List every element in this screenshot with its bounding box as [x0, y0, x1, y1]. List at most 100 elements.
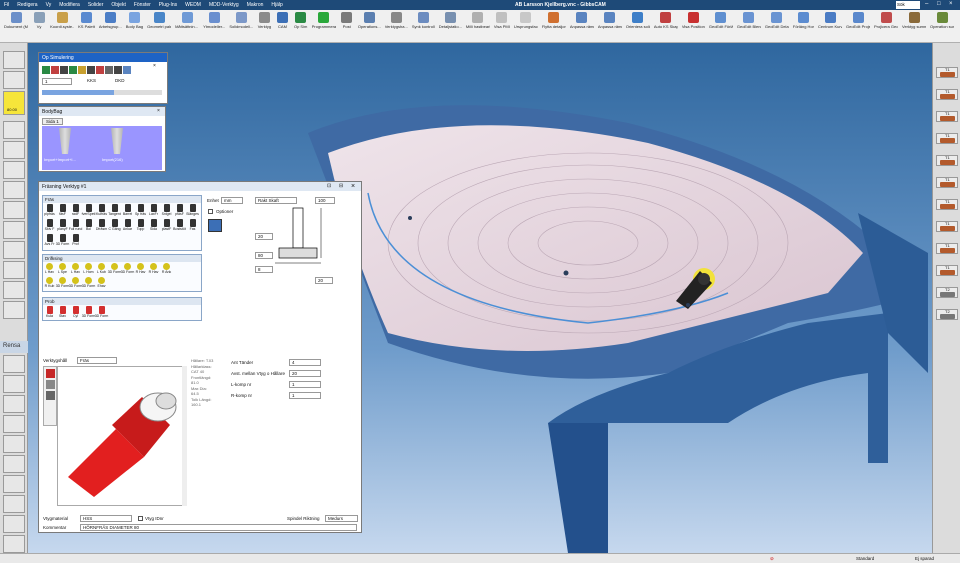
menu-item[interactable]: Hjälp	[271, 2, 282, 8]
dim-shank-dia[interactable]: 20	[255, 233, 273, 240]
tool-button[interactable]	[3, 181, 25, 199]
tool-type-button[interactable]: Bol	[83, 219, 94, 231]
tool-type-button[interactable]: Ankar	[122, 219, 133, 231]
material-select[interactable]: HSS	[80, 515, 132, 522]
panel-close-icon[interactable]: ×	[153, 63, 156, 69]
tool-button[interactable]	[3, 121, 25, 139]
sim-control-icon[interactable]	[78, 66, 86, 74]
ribbon-button[interactable]: Detaljstatio...	[439, 12, 462, 42]
menu-item[interactable]: Objekt	[111, 2, 125, 8]
tool-type-button[interactable]: Avs Fr	[44, 234, 55, 246]
ribbon-button[interactable]: Milli hastbearbet	[466, 12, 490, 42]
tool-button[interactable]	[3, 201, 25, 219]
ribbon-button[interactable]: Anpassa rämme	[570, 12, 594, 42]
ribbon-button[interactable]: Visa Position	[682, 12, 705, 42]
kks-label[interactable]: KKS	[87, 78, 96, 83]
ribbon-button[interactable]: Verktygsha...	[385, 12, 408, 42]
sim-control-icon[interactable]	[69, 66, 77, 74]
tool-type-button[interactable]: Sida	[148, 219, 159, 231]
sim-counter[interactable]: 1	[42, 78, 72, 85]
ribbon-button[interactable]: Koordi.syste...	[50, 12, 74, 42]
tool-type-button[interactable]: C Gäng	[108, 219, 121, 231]
tool-list-item[interactable]: T1	[936, 89, 958, 100]
tool-type-button[interactable]: planyF	[57, 219, 68, 231]
tool-type-button[interactable]: Slänges	[186, 204, 199, 216]
menu-item[interactable]: Fönster	[134, 2, 151, 8]
close-icon[interactable]: ×	[949, 1, 953, 7]
ribbon-button[interactable]: Visa PMI	[494, 12, 510, 42]
search-input[interactable]: Sök	[896, 1, 920, 9]
tool-button[interactable]	[3, 415, 25, 433]
tool-type-button[interactable]: 3D Form	[69, 277, 82, 288]
tool-button[interactable]	[3, 261, 25, 279]
body-thumbnail[interactable]	[59, 128, 71, 154]
sim-control-icon[interactable]	[96, 66, 104, 74]
ribbon-button[interactable]: Projicera Geometri	[874, 12, 898, 42]
tool-type-button[interactable]: R Hav	[135, 263, 146, 274]
ribbon-button[interactable]: KS Palett	[78, 12, 95, 42]
tool-button[interactable]	[3, 535, 25, 553]
dim-tool-dia[interactable]: 80	[255, 252, 273, 259]
holder-icon[interactable]	[46, 380, 55, 389]
tool-type-button[interactable]: radF	[70, 204, 81, 216]
sim-control-icon[interactable]	[60, 66, 68, 74]
ribbon-button[interactable]: Arbetsgrup...	[99, 12, 122, 42]
tool-list-item[interactable]: T1	[936, 177, 958, 188]
tool-type-button[interactable]: plastF	[161, 219, 172, 231]
ribbon-button[interactable]: Synk kontroll	[412, 12, 435, 42]
tool-list-item[interactable]: T1	[936, 221, 958, 232]
tool-type-button[interactable]: 3D Form	[95, 306, 108, 318]
minimize-icon[interactable]: –	[925, 1, 928, 7]
tool-type-button[interactable]: Stav	[57, 306, 68, 318]
tool-type-button[interactable]: fäsF	[57, 204, 68, 216]
tool-type-button[interactable]: 3D Form	[56, 234, 69, 246]
ribbon-button[interactable]: Måttsättnin... Palett	[175, 12, 199, 42]
field-input[interactable]: 20	[289, 370, 321, 377]
field-input[interactable]: 4	[289, 359, 321, 366]
ribbon-button[interactable]: Auto KS Skapa	[654, 12, 678, 42]
dock-icon[interactable]: ⊟	[339, 183, 343, 189]
tool-type-button[interactable]: R Kub	[44, 277, 55, 288]
tool-type-button[interactable]: 3D Form	[82, 306, 95, 318]
tool-type-button[interactable]: Snigel	[161, 204, 172, 216]
tool-type-button[interactable]: Full rund	[69, 219, 82, 231]
tool-button[interactable]	[3, 281, 25, 299]
tool-type-button[interactable]: Topp	[135, 219, 146, 231]
menu-item[interactable]: Fil	[4, 2, 9, 8]
tool-type-button[interactable]: fverSpetl	[82, 204, 95, 216]
sim-control-icon[interactable]	[114, 66, 122, 74]
tool-button[interactable]	[3, 141, 25, 159]
close-icon[interactable]: ×	[351, 183, 355, 190]
options-checkbox[interactable]	[208, 209, 213, 214]
shank-type-select[interactable]: Rakt Skaft	[255, 197, 297, 204]
tool-type-button[interactable]: pipfräs	[44, 204, 55, 216]
ribbon-button[interactable]: Orientera solid	[626, 12, 650, 42]
ribbon-button[interactable]: Ursprungsfacett Ant KS	[514, 12, 538, 42]
tab-sida-1[interactable]: Sida 1	[42, 118, 63, 125]
tool-type-button[interactable]: Barrel	[122, 204, 133, 216]
holder-scrollbar[interactable]	[182, 366, 187, 506]
ribbon-button[interactable]: Anpassa rämm...	[598, 12, 622, 42]
ribbon-button[interactable]: Programmera Kontroll	[312, 12, 336, 42]
spindle-select[interactable]: Medurs	[325, 515, 358, 522]
tool-button[interactable]	[3, 221, 25, 239]
sim-speed-slider[interactable]	[42, 90, 162, 95]
tool-button[interactable]	[3, 51, 25, 69]
tool-button[interactable]	[3, 161, 25, 179]
unit-select[interactable]: mm	[221, 197, 243, 204]
tool-type-button[interactable]: Fas	[187, 219, 198, 231]
menu-item[interactable]: WEDM	[185, 2, 201, 8]
ribbon-button[interactable]: Verktyg summering	[902, 12, 926, 42]
tool-type-button[interactable]: Dfräsm	[96, 219, 107, 231]
vtyg-idnr-checkbox[interactable]	[138, 516, 143, 521]
tool-type-button[interactable]: Sp fräs	[135, 204, 146, 216]
ribbon-button[interactable]: Verktyg	[257, 12, 271, 42]
tool-list-item[interactable]: T1	[936, 199, 958, 210]
tool-type-button[interactable]: L Hav	[44, 263, 55, 274]
ribbon-button[interactable]: GeoEdit Projekt	[846, 12, 870, 42]
holder-preview[interactable]	[57, 366, 187, 506]
tool-type-button[interactable]: LaxFr	[148, 204, 159, 216]
ribbon-button[interactable]: GeoEdit Blend	[737, 12, 761, 42]
tool-type-button[interactable]: 3D Form	[82, 277, 95, 288]
ribbon-button[interactable]: Operation summering	[930, 12, 954, 42]
